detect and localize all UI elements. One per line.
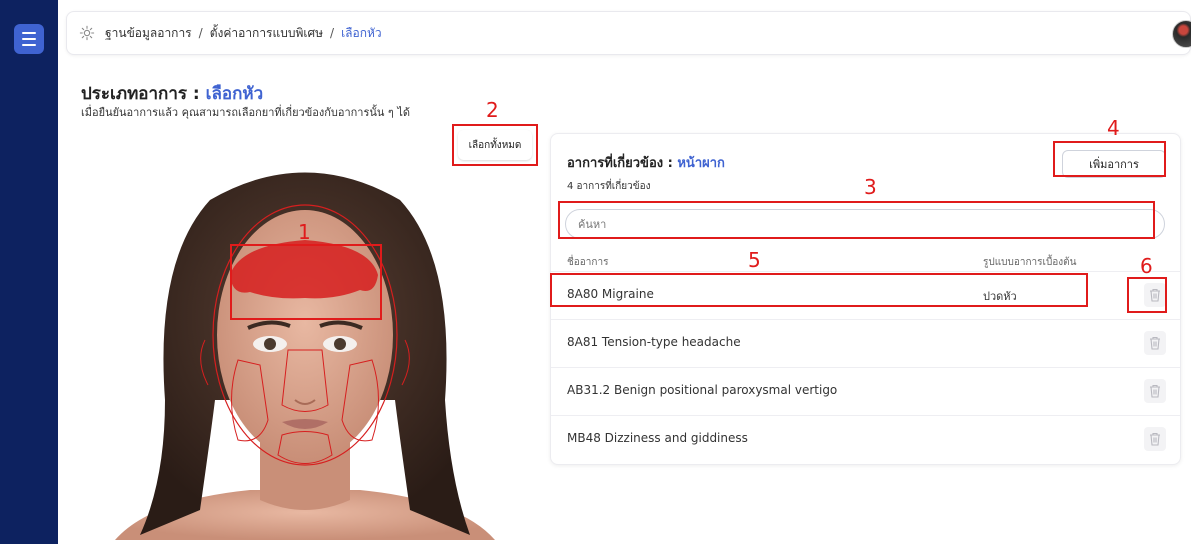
main-content: ฐานข้อมูลอาการ / ตั้งค่าอาการแบบพิเศษ / …: [58, 0, 1191, 544]
head-illustration: [115, 172, 495, 540]
annotation-box-3: [558, 201, 1155, 239]
delete-button[interactable]: [1144, 427, 1166, 451]
annotation-number-5: 5: [748, 248, 761, 272]
page-title-prefix: ประเภทอาการ :: [81, 84, 206, 104]
annotation-box-1: [230, 244, 382, 320]
delete-button[interactable]: [1144, 379, 1166, 403]
annotation-box-4: [1053, 141, 1166, 177]
page-subtitle: เมื่อยืนยันอาการแล้ว คุณสามารถเลือกยาที่…: [81, 106, 410, 119]
annotation-number-4: 4: [1107, 116, 1120, 140]
related-region-label: หน้าผาก: [677, 156, 725, 171]
symptom-name: 8A81 Tension-type headache: [567, 335, 741, 349]
hamburger-icon: [22, 32, 36, 34]
menu-toggle-button[interactable]: [14, 24, 44, 54]
trash-icon: [1150, 336, 1160, 350]
symptom-name: MB48 Dizziness and giddiness: [567, 431, 748, 445]
table-row[interactable]: MB48 Dizziness and giddiness: [551, 415, 1180, 463]
breadcrumb-item-special-settings[interactable]: ตั้งค่าอาการแบบพิเศษ: [210, 24, 323, 43]
page-title-highlight: เลือกหัว: [205, 84, 264, 104]
trash-icon: [1150, 432, 1160, 446]
table-row[interactable]: 8A81 Tension-type headache: [551, 319, 1180, 367]
breadcrumb-item-symptom-db[interactable]: ฐานข้อมูลอาการ: [105, 24, 192, 43]
symptom-name: AB31.2 Benign positional paroxysmal vert…: [567, 383, 838, 397]
related-count: 4 อาการที่เกี่ยวข้อง: [567, 181, 651, 192]
annotation-number-6: 6: [1140, 254, 1153, 278]
annotation-box-6: [1127, 277, 1167, 313]
breadcrumb-item-select-head: เลือกหัว: [341, 25, 382, 40]
annotation-number-3: 3: [864, 175, 877, 199]
avatar[interactable]: [1172, 20, 1191, 48]
breadcrumb-separator: /: [198, 26, 203, 40]
delete-button[interactable]: [1144, 331, 1166, 355]
annotation-number-1: 1: [298, 220, 311, 244]
trash-icon: [1150, 384, 1160, 398]
column-header-pattern: รูปแบบอาการเบื้องต้น: [983, 257, 1077, 268]
annotation-box-5: [550, 273, 1088, 307]
related-symptoms-title: อาการที่เกี่ยวข้อง : หน้าผาก: [567, 156, 725, 171]
table-row[interactable]: AB31.2 Benign positional paroxysmal vert…: [551, 367, 1180, 415]
breadcrumb: ฐานข้อมูลอาการ / ตั้งค่าอาการแบบพิเศษ / …: [66, 11, 1191, 55]
breadcrumb-separator: /: [330, 26, 335, 40]
column-header-name: ชื่ออาการ: [567, 257, 609, 268]
annotation-number-2: 2: [486, 98, 499, 122]
sidebar: [0, 0, 58, 544]
gear-icon: [79, 25, 95, 41]
